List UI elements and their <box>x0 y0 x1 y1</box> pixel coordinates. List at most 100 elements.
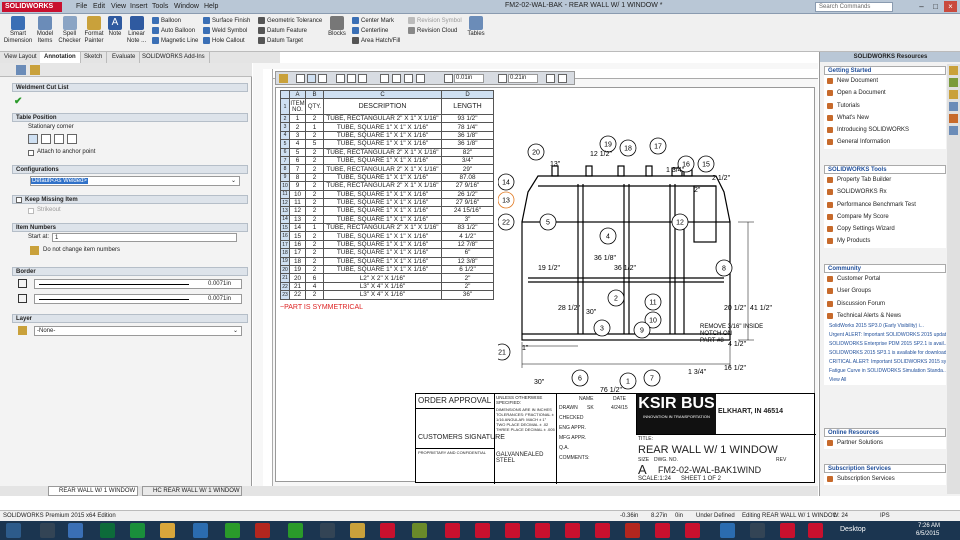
strikeout-checkbox[interactable] <box>28 208 34 214</box>
dimension-text[interactable]: 16 1/2" <box>724 365 746 372</box>
align-right-icon[interactable] <box>318 74 327 83</box>
cell-description[interactable]: TUBE, SQUARE 1" X 1" X 1/16" <box>323 197 442 208</box>
clock-time[interactable]: 7:26 AM <box>918 523 940 529</box>
sheet-tab-1[interactable]: REAR WALL W/ 1 WINDOW <box>48 486 138 496</box>
table-row[interactable]: 23 22 2 L3" X 4" X 1/16" 36" <box>280 290 494 300</box>
row-number[interactable]: 5 <box>280 139 290 149</box>
balloon-4[interactable]: 4 <box>599 227 617 245</box>
sheet-tab-2[interactable]: HC REAR WALL W/ 1 WINDOW <box>142 486 242 496</box>
table-row[interactable]: 3 2 1 TUBE, SQUARE 1" X 1" X 1/16" 78 1/4" <box>280 122 494 132</box>
cell-qty[interactable]: 2 <box>305 256 324 267</box>
cell-qty[interactable]: 2 <box>305 265 324 275</box>
row-number[interactable]: 16 <box>280 231 290 241</box>
table-position-header[interactable]: Table Position <box>12 113 248 122</box>
taskbar-app-icon[interactable] <box>412 523 427 538</box>
table-row[interactable]: 6 5 2 TUBE, RECTANGULAR 2" X 1" X 1/16" 82" <box>280 147 494 157</box>
technical-alerts-link[interactable]: Technical Alerts & News <box>824 309 946 323</box>
balloon-17[interactable]: 17 <box>649 137 667 155</box>
cell-qty[interactable]: 2 <box>305 214 324 225</box>
menu-window[interactable]: Window <box>174 2 199 12</box>
taskbar-app-icon[interactable] <box>720 523 735 538</box>
menu-insert[interactable]: Insert <box>130 2 148 12</box>
row-number[interactable]: 2 <box>280 113 290 124</box>
table-format-icon[interactable] <box>279 74 288 83</box>
cell-description[interactable]: TUBE, RECTANGULAR 2" X 1" X 1/16" <box>323 223 442 233</box>
cell-length[interactable]: 26 1/2" <box>441 189 494 199</box>
row-number[interactable]: 14 <box>280 214 290 225</box>
row-number[interactable]: 7 <box>280 155 290 166</box>
cell-description[interactable]: TUBE, SQUARE 1" X 1" X 1/16" <box>323 189 442 199</box>
property-manager-tab-icon[interactable] <box>30 65 40 75</box>
partner-solutions-link[interactable]: Partner Solutions <box>824 437 946 450</box>
news-item[interactable]: SolidWorks 2015 SP3.0 (Early Visibility)… <box>824 322 946 332</box>
getting-started-header[interactable]: Getting Started <box>824 66 946 75</box>
row-number[interactable]: 11 <box>280 189 290 199</box>
taskbar-app-icon[interactable] <box>750 523 765 538</box>
lock-column-icon[interactable] <box>404 74 413 83</box>
table-split-icon[interactable] <box>558 74 567 83</box>
lock-row-icon[interactable] <box>416 74 425 83</box>
cell-length[interactable]: 36 1/8" <box>441 130 494 141</box>
news-item[interactable]: Fatigue Curve in SOLIDWORKS Simulation S… <box>824 367 946 377</box>
cell-length[interactable]: 83 1/2" <box>441 223 494 233</box>
cell-description[interactable]: L2" X 2" X 1/16" <box>323 273 442 283</box>
cell-length[interactable]: 3/4" <box>441 155 494 166</box>
balloon-2[interactable]: 2 <box>607 289 625 307</box>
balloon-20[interactable]: 20 <box>527 143 545 161</box>
row-number[interactable]: 8 <box>280 164 290 174</box>
close-icon[interactable]: × <box>944 1 957 12</box>
rear-wall-drawing-view[interactable]: 201918 1716 15141322 541282111093216 1 7 13"1… <box>498 102 816 398</box>
datum-target-button[interactable]: Datum Target <box>258 36 322 46</box>
cell-description[interactable]: TUBE, SQUARE 1" X 1" X 1/16" <box>323 214 442 225</box>
balloon-button[interactable]: Balloon <box>152 16 198 26</box>
taskbar-app-icon[interactable] <box>288 523 303 538</box>
compare-score-link[interactable]: Compare My Score <box>824 210 946 224</box>
cell-length[interactable]: 6 1/2" <box>441 265 494 275</box>
cell-description[interactable]: TUBE, SQUARE 1" X 1" X 1/16" <box>323 231 442 241</box>
configuration-select[interactable]: Default<As Welded> ⌄ <box>30 176 240 186</box>
solidworks-logo[interactable]: SOLIDWORKS <box>2 2 62 12</box>
layer-select[interactable]: -None- ⌄ <box>34 326 242 336</box>
row-number[interactable]: 1 <box>280 98 290 115</box>
cell-length[interactable]: 12 7/8" <box>441 239 494 250</box>
row-number[interactable]: 6 <box>280 147 290 157</box>
header-item-no[interactable]: ITEM NO. <box>289 98 306 115</box>
table-row[interactable]: 16 15 2 TUBE, SQUARE 1" X 1" X 1/16" 4 1/2" <box>280 231 494 241</box>
start-button-icon[interactable] <box>6 523 21 538</box>
corner-top-left-button[interactable] <box>28 134 38 144</box>
revision-cloud-button[interactable]: Revision Cloud <box>408 26 462 36</box>
news-item[interactable]: CRITICAL ALERT: Important SOLIDWORKS 201… <box>824 358 946 368</box>
table-row[interactable]: 5 4 5 TUBE, SQUARE 1" X 1" X 1/16" 36 1/8" <box>280 139 494 149</box>
my-products-link[interactable]: My Products <box>824 235 946 248</box>
weld-symbol-button[interactable]: Weld Symbol <box>203 26 250 36</box>
cell-description[interactable]: TUBE, RECTANGULAR 2" X 1" X 1/16" <box>323 147 442 157</box>
row-number[interactable]: 12 <box>280 197 290 208</box>
valign-top-icon[interactable] <box>336 74 345 83</box>
dimension-text[interactable]: 2" <box>694 187 701 194</box>
file-explorer-tab-icon[interactable] <box>949 90 958 99</box>
solidworks-taskbar-icon[interactable] <box>380 523 395 538</box>
weldment-cut-list-table[interactable]: A B C D 1 ITEM NO. QTY. DESCRIPTION LENG… <box>280 90 494 311</box>
table-row[interactable]: 9 8 2 TUBE, SQUARE 1" X 1" X 1/16" 87.08 <box>280 172 494 183</box>
news-item[interactable]: SOLIDWORKS 2015 SP3.1 is available for d… <box>824 349 946 359</box>
cell-item-no[interactable]: 21 <box>289 281 306 292</box>
cell-qty[interactable]: 2 <box>305 181 324 191</box>
cell-item-no[interactable]: 9 <box>289 181 306 191</box>
cell-length[interactable]: 2" <box>441 273 494 283</box>
table-corner-cell[interactable] <box>280 90 290 99</box>
table-row[interactable]: 19 18 2 TUBE, SQUARE 1" X 1" X 1/16" 12 3/8" <box>280 256 494 267</box>
do-not-change-icon[interactable] <box>30 246 39 255</box>
tab-view-layout[interactable]: View Layout <box>0 52 42 63</box>
row-number[interactable]: 13 <box>280 206 290 216</box>
blocks-button[interactable]: Blocks <box>327 16 347 50</box>
cell-length[interactable]: 4 1/2" <box>441 231 494 241</box>
solidworks-taskbar-icon[interactable] <box>445 523 460 538</box>
balloon-6[interactable]: 6 <box>571 369 589 387</box>
balloon-11[interactable]: 11 <box>644 293 662 311</box>
taskbar-app-icon[interactable] <box>625 523 640 538</box>
cell-qty[interactable]: 2 <box>305 248 324 258</box>
taskbar-app-icon[interactable] <box>255 523 270 538</box>
cell-length[interactable]: 2" <box>441 281 494 292</box>
table-row[interactable]: 18 17 2 TUBE, SQUARE 1" X 1" X 1/16" 6" <box>280 248 494 258</box>
cell-qty[interactable]: 5 <box>305 139 324 149</box>
